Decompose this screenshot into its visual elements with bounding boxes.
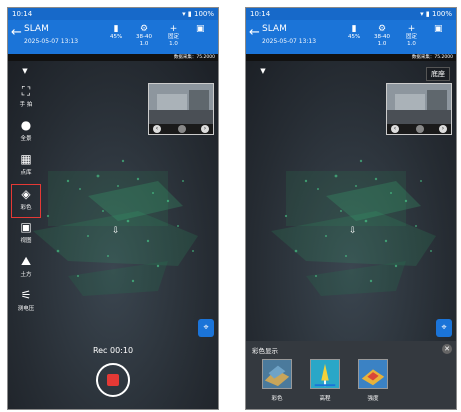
menu-toggle-icon[interactable]: ▼ <box>18 67 32 75</box>
position-marker-icon: ⇩ <box>349 226 357 236</box>
plus-icon: + <box>169 24 178 34</box>
next-icon[interactable]: › <box>201 125 209 133</box>
device-icon: ⚟ <box>20 288 32 302</box>
pager-dot-icon <box>416 125 424 133</box>
stop-record-button[interactable] <box>96 363 130 397</box>
tool-earthwork[interactable]: ⛰ 土方 <box>11 252 41 286</box>
point-cloud-view[interactable]: ▼ ‹ › ⛶ 手 拍 ● 全景 ▦ 点库 ◈ 彩色 ▣ 视图 ⛰ 土方 ⚟ 测电压 ⇩ ⌖ <box>8 61 218 409</box>
location-pin-icon: ⌖ <box>441 323 447 333</box>
fix-status[interactable]: + 固定 1.0 <box>406 24 417 48</box>
plus-icon: + <box>407 24 416 34</box>
fix-status[interactable]: + 固定 1.0 <box>168 24 179 48</box>
color-display-panel: 彩色显示 ✕ 彩色 高程 强度 <box>246 341 456 409</box>
status-bar: 10:14 ▾ ▮ 100% <box>246 8 456 20</box>
left-toolbar: ⛶ 手 拍 ● 全景 ▦ 点库 ◈ 彩色 ▣ 视图 ⛰ 土方 ⚟ 测电压 <box>11 82 41 320</box>
device-status[interactable]: ▣ <box>434 24 443 34</box>
intensity-thumbnail <box>358 359 388 389</box>
panel-title: 彩色显示 <box>252 347 278 355</box>
satellite-icon: ⚙ <box>139 24 149 34</box>
stop-icon <box>107 374 119 386</box>
app-bar: ← SLAM 2025-05-07 13:13 ▮ 45% ⚙ 38-40 1.0 +… <box>8 20 218 54</box>
app-title: SLAM <box>24 24 49 34</box>
battery-icon: ▮ <box>425 10 430 18</box>
battery-status-icon: ▮ <box>351 24 357 34</box>
wifi-icon: ▾ <box>420 10 424 18</box>
screen-recording: 10:14 ▾ ▮ 100% ← SLAM 2025-05-07 13:13 ▮… <box>7 7 219 410</box>
satellite-icon: ⚙ <box>377 24 387 34</box>
pager-dot-icon <box>178 125 186 133</box>
camera-image <box>149 84 213 126</box>
battery-status: ▮ 45% <box>348 24 361 40</box>
app-bar: ← SLAM 2025-05-07 13:13 ▮ 45% ⚙ 38-40 1.0 +… <box>246 20 456 54</box>
location-pin-icon: ⌖ <box>203 323 209 333</box>
info-bar: 数据采集：75.2000 <box>8 54 218 61</box>
battery-text: 100% <box>431 10 452 18</box>
pointlib-icon: ▦ <box>20 152 32 166</box>
color-icon: ◈ <box>21 187 31 201</box>
locate-button[interactable]: ⌖ <box>198 319 214 337</box>
device-status[interactable]: ▣ <box>196 24 205 34</box>
tool-device[interactable]: ⚟ 测电压 <box>11 286 41 320</box>
color-option-intensity[interactable]: 强度 <box>356 359 390 402</box>
tool-scan[interactable]: ⛶ 手 拍 <box>11 82 41 116</box>
rgb-thumbnail <box>262 359 292 389</box>
camera-preview[interactable]: ‹ › <box>386 83 452 135</box>
point-cloud-view[interactable]: ▼ 底座 ‹ › ⇩ ⌖ 彩色显示 ✕ 彩色 高程 强度 <box>246 61 456 409</box>
status-time: 10:14 <box>12 10 33 18</box>
globe-icon: ● <box>20 118 32 132</box>
camera-image <box>387 84 451 126</box>
status-time: 10:14 <box>250 10 271 18</box>
satellite-status[interactable]: ⚙ 38-40 1.0 <box>136 24 152 48</box>
tool-panorama[interactable]: ● 全景 <box>11 116 41 150</box>
color-option-elevation[interactable]: 高程 <box>308 359 342 402</box>
battery-status: ▮ 45% <box>110 24 123 40</box>
recording-timer: Rec 00:10 <box>92 346 134 355</box>
view-cube-icon: ▣ <box>20 220 32 234</box>
back-icon[interactable]: ← <box>249 25 260 40</box>
status-bar: 10:14 ▾ ▮ 100% <box>8 8 218 20</box>
tool-point-library[interactable]: ▦ 点库 <box>11 150 41 184</box>
app-date: 2025-05-07 13:13 <box>24 38 79 45</box>
app-title: SLAM <box>262 24 287 34</box>
back-icon[interactable]: ← <box>11 25 22 40</box>
close-icon[interactable]: ✕ <box>442 344 452 354</box>
prev-icon[interactable]: ‹ <box>153 125 161 133</box>
tool-color[interactable]: ◈ 彩色 <box>11 184 41 218</box>
device-icon: ▣ <box>196 24 205 34</box>
next-icon[interactable]: › <box>439 125 447 133</box>
battery-text: 100% <box>193 10 214 18</box>
position-marker-icon: ⇩ <box>112 226 120 236</box>
screen-color-panel: 10:14 ▾ ▮ 100% ← SLAM 2025-05-07 13:13 ▮… <box>245 7 457 410</box>
earthwork-icon: ⛰ <box>20 254 32 268</box>
locate-button[interactable]: ⌖ <box>436 319 452 337</box>
battery-icon: ▮ <box>187 10 192 18</box>
info-bar: 数据采集：75.2000 <box>246 54 456 61</box>
wifi-icon: ▾ <box>182 10 186 18</box>
color-option-rgb[interactable]: 彩色 <box>260 359 294 402</box>
device-icon: ▣ <box>434 24 443 34</box>
base-button[interactable]: 底座 <box>426 67 450 81</box>
prev-icon[interactable]: ‹ <box>391 125 399 133</box>
battery-status-icon: ▮ <box>113 24 119 34</box>
menu-toggle-icon[interactable]: ▼ <box>256 67 270 75</box>
satellite-status[interactable]: ⚙ 38-40 1.0 <box>374 24 390 48</box>
elevation-thumbnail <box>310 359 340 389</box>
scan-icon: ⛶ <box>21 84 31 98</box>
app-date: 2025-05-07 13:13 <box>262 38 317 45</box>
camera-preview[interactable]: ‹ › <box>148 83 214 135</box>
tool-view[interactable]: ▣ 视图 <box>11 218 41 252</box>
